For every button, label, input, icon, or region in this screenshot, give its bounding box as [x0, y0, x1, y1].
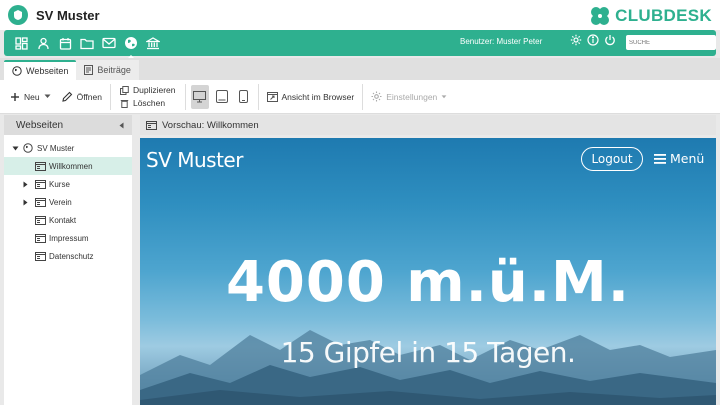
tree-item[interactable]: Datenschutz [4, 247, 132, 265]
duplicate-button[interactable]: Duplizieren [119, 85, 176, 95]
delete-label: Löschen [132, 98, 166, 108]
tree-item-label: Kurse [49, 179, 70, 189]
collapse-icon[interactable] [119, 122, 124, 129]
settings-label: Einstellungen [386, 91, 438, 102]
website-preview: SV Muster Logout Menü 4000 m.ü.M. 15 Gip… [140, 138, 716, 405]
gear-icon [371, 91, 382, 102]
mail-icon[interactable] [98, 32, 120, 54]
current-user-label: Benutzer: Muster Peter [460, 37, 543, 46]
page-icon [34, 179, 46, 189]
person-icon[interactable] [32, 32, 54, 54]
preview-header: Vorschau: Willkommen [140, 115, 716, 135]
search-input[interactable] [626, 35, 716, 50]
globe-icon [12, 66, 22, 76]
page-icon [34, 161, 46, 171]
expanded-caret-icon[interactable] [10, 146, 20, 151]
info-icon[interactable] [587, 34, 599, 46]
preview-page-icon [146, 120, 157, 130]
tree-item-label: Datenschutz [49, 251, 94, 261]
tab-bar: Webseiten Beiträge [0, 58, 720, 80]
site-title[interactable]: SV Muster [146, 148, 243, 172]
dashboard-icon[interactable] [10, 32, 32, 54]
tree-root-label: SV Muster [37, 143, 75, 153]
tree-item-label: Kontakt [49, 215, 77, 225]
chevron-down-icon [44, 94, 51, 98]
trash-icon [120, 99, 129, 108]
tree-item-label: Willkommen [49, 161, 93, 171]
pencil-icon [61, 91, 72, 102]
brand-logo: CLUBDESK [589, 5, 712, 27]
open-label: Öffnen [76, 91, 102, 102]
calendar-icon[interactable] [54, 32, 76, 54]
tablet-icon [215, 90, 228, 103]
app-title: SV Muster [36, 7, 100, 23]
tree-root[interactable]: SV Muster [4, 139, 132, 157]
club-logo-icon [8, 5, 28, 25]
settings-button[interactable]: Einstellungen [366, 80, 452, 113]
power-icon[interactable] [604, 34, 616, 46]
tab-beitraege[interactable]: Beiträge [76, 60, 139, 80]
new-label: Neu [24, 91, 40, 102]
globe-icon[interactable] [120, 32, 142, 59]
hero-title: 4000 m.ü.M. [225, 250, 631, 315]
tree-item[interactable]: Willkommen [4, 157, 132, 175]
page-icon [34, 251, 46, 261]
view-in-browser-label: Ansicht im Browser [281, 91, 355, 102]
menu-button[interactable]: Menü [654, 151, 704, 166]
external-window-icon [266, 91, 278, 102]
toolbar-divider [257, 83, 259, 110]
new-button[interactable]: Neu [0, 80, 56, 113]
open-button[interactable]: Öffnen [56, 80, 107, 113]
collapsed-caret-icon[interactable] [20, 181, 30, 188]
plus-icon [11, 92, 19, 101]
monitor-icon [193, 90, 206, 102]
sidebar: Webseiten SV Muster Willkommen Kurse Verei… [4, 115, 132, 405]
sidebar-title: Webseiten [16, 119, 64, 131]
preview-title: Vorschau: Willkommen [162, 119, 259, 131]
page-icon [34, 197, 46, 207]
tab-label: Beiträge [97, 65, 131, 75]
tree-item-label: Verein [49, 197, 72, 207]
clover-icon [591, 7, 610, 25]
sidebar-header: Webseiten [4, 115, 132, 135]
chevron-down-icon [441, 94, 447, 98]
toolbar-divider [109, 83, 111, 110]
bank-icon[interactable] [142, 32, 164, 54]
title-bar: SV Muster CLUBDESK [0, 0, 720, 30]
collapsed-caret-icon[interactable] [20, 199, 30, 206]
action-toolbar: Neu Öffnen Duplizieren Löschen Ansicht i… [0, 80, 720, 114]
logout-button[interactable]: Logout [581, 147, 643, 171]
page-tree: SV Muster Willkommen Kurse Verein Kontakt Im… [4, 135, 132, 265]
globe-icon [22, 143, 34, 153]
brand-name: CLUBDESK [615, 6, 712, 25]
toolbar-divider [362, 83, 364, 110]
tree-item[interactable]: Impressum [4, 229, 132, 247]
settings-gear-icon[interactable] [570, 34, 582, 46]
main-nav-bar: Benutzer: Muster Peter [4, 30, 716, 59]
copy-icon [119, 85, 129, 95]
tree-item[interactable]: Kontakt [4, 211, 132, 229]
duplicate-label: Duplizieren [132, 85, 176, 95]
page-icon [34, 233, 46, 243]
hamburger-icon [654, 153, 666, 164]
tablet-view-button[interactable] [213, 85, 231, 109]
tree-item[interactable]: Verein [4, 193, 132, 211]
hero-subtitle: 15 Gipfel in 15 Tagen. [280, 336, 576, 369]
tree-item-label: Impressum [49, 233, 89, 243]
tab-label: Webseiten [26, 66, 69, 76]
tab-webseiten[interactable]: Webseiten [4, 60, 77, 80]
folder-icon[interactable] [76, 32, 98, 54]
mobile-view-button[interactable] [235, 85, 253, 109]
smartphone-icon [239, 90, 248, 103]
menu-label: Menü [670, 151, 705, 166]
desktop-view-button[interactable] [190, 84, 209, 109]
page-icon [34, 215, 46, 225]
delete-button[interactable]: Löschen [120, 98, 176, 108]
tree-item[interactable]: Kurse [4, 175, 132, 193]
document-icon [84, 65, 94, 75]
view-in-browser-button[interactable]: Ansicht im Browser [262, 80, 360, 113]
toolbar-divider [184, 83, 186, 110]
